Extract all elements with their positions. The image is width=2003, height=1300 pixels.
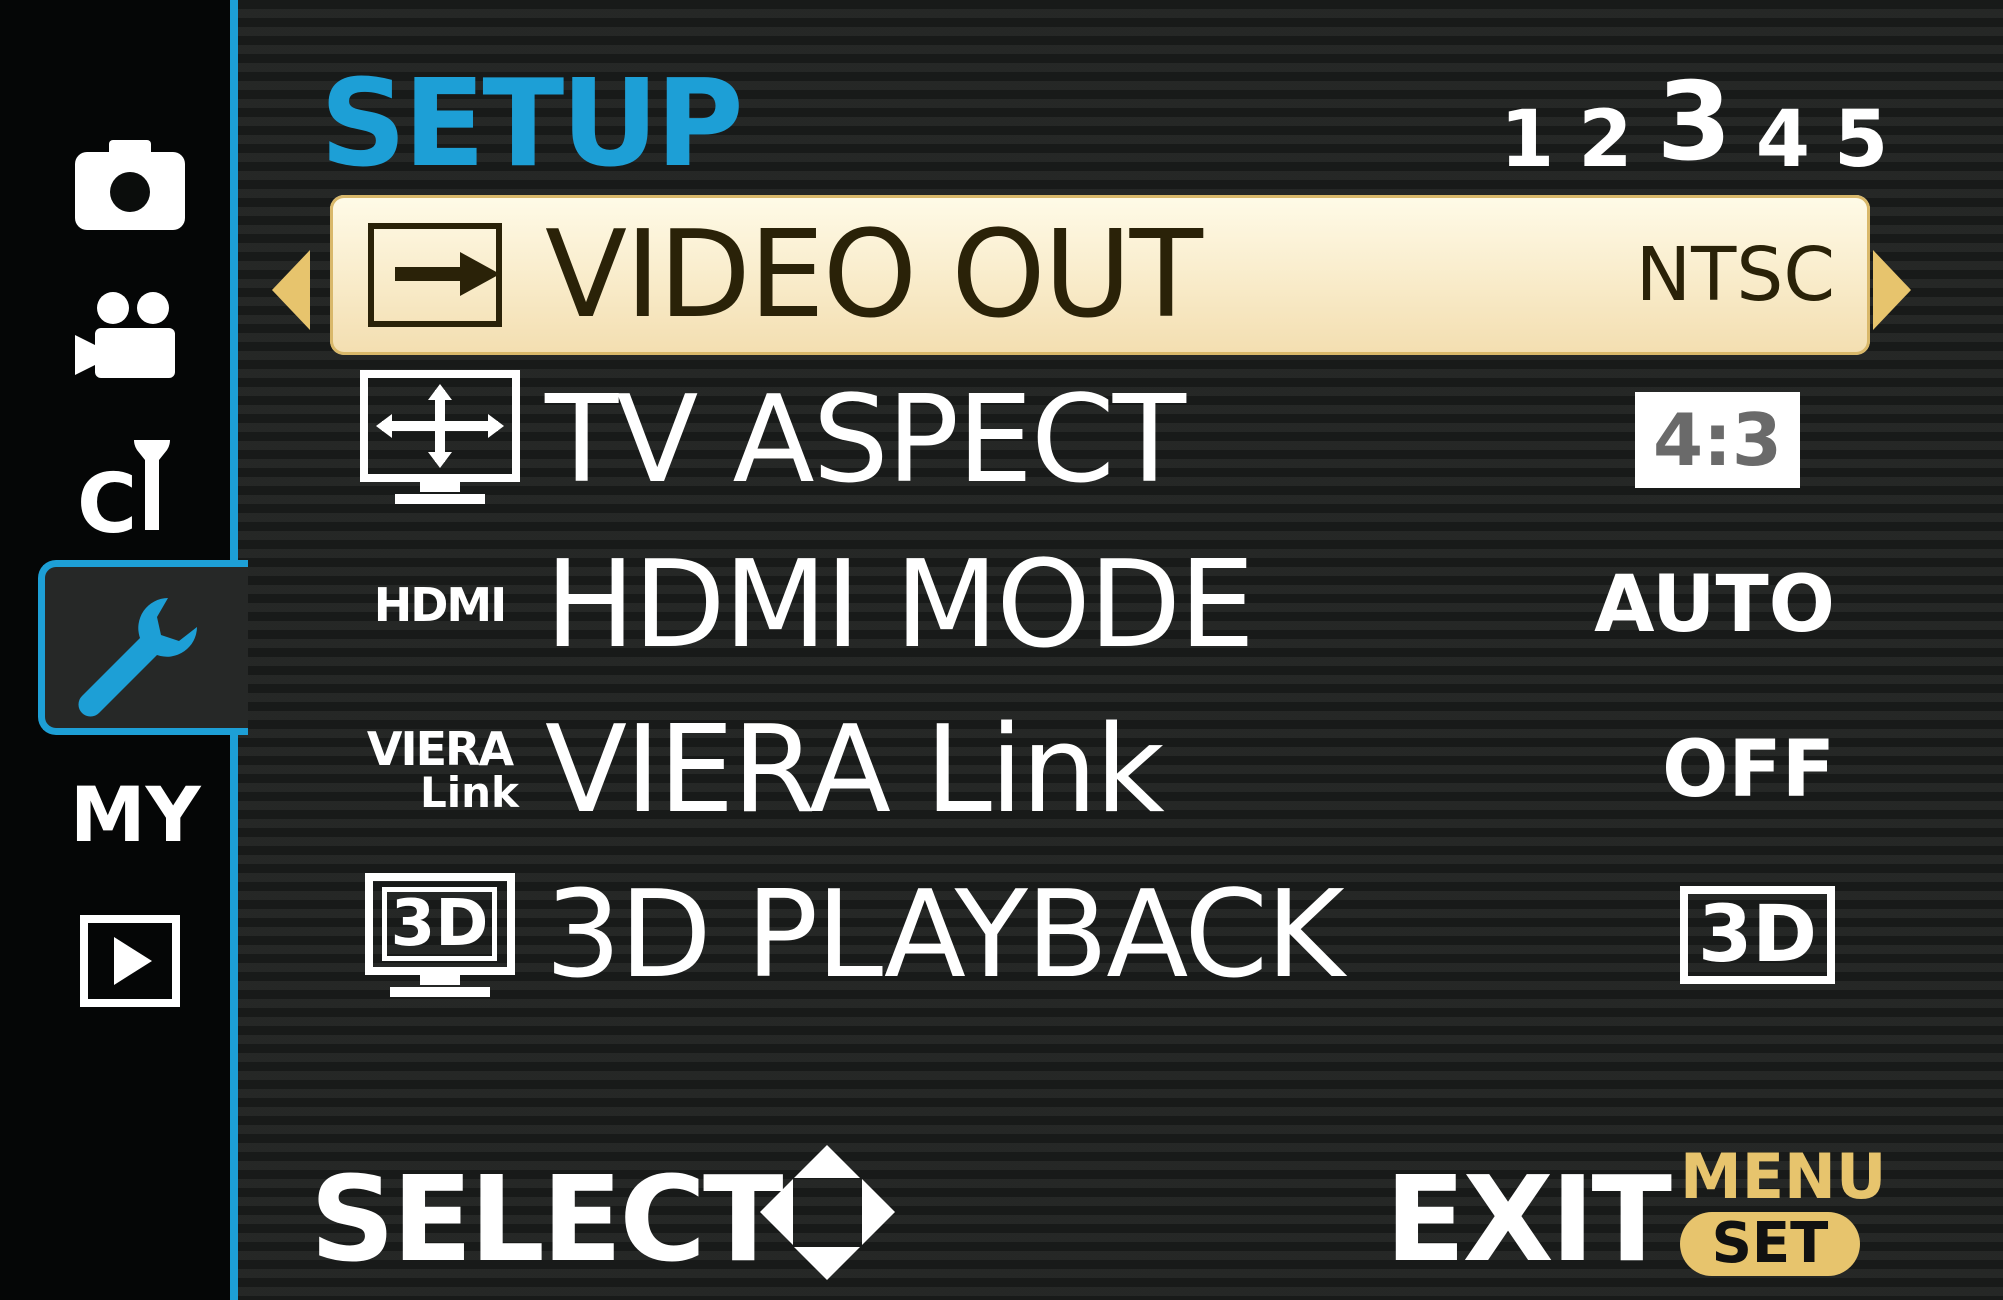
menu-item-value: AUTO [1594, 560, 1835, 650]
playback-icon[interactable] [70, 915, 190, 1011]
3d-playback-icon: 3D [352, 865, 527, 1005]
svg-text:C: C [77, 457, 137, 540]
menu-item-label: VIDEO OUT [545, 205, 1203, 345]
page-3-current[interactable]: 3 [1657, 60, 1732, 185]
my-menu-icon[interactable]: MY [70, 770, 201, 859]
camera-icon[interactable] [70, 140, 190, 234]
menu-item-label: HDMI MODE [545, 535, 1255, 675]
page-1[interactable]: 1 [1500, 95, 1554, 185]
menu-item-label: TV ASPECT [545, 370, 1186, 510]
menu-item-value: 3D [1679, 886, 1835, 984]
menu-item-video-out[interactable]: VIDEO OUT NTSC [330, 195, 1870, 355]
page-title: SETUP [320, 55, 744, 194]
tv-aspect-icon [352, 370, 527, 510]
menu-set-button[interactable]: MENU SET [1680, 1140, 1887, 1280]
value-right-arrow-icon[interactable] [1873, 250, 1911, 330]
exit-hint: EXIT [1385, 1150, 1672, 1288]
movie-camera-icon[interactable] [70, 290, 190, 384]
custom-icon[interactable]: C [70, 422, 190, 552]
viera-link-icon: VIERA Link [366, 722, 519, 817]
video-out-icon [352, 205, 527, 345]
menu-item-value: OFF [1662, 725, 1835, 815]
menu-item-value: NTSC [1635, 232, 1835, 318]
select-hint: SELECT [310, 1150, 783, 1288]
dpad-icon [760, 1145, 895, 1280]
page-indicator: 1 2 3 4 5 [1500, 60, 1888, 185]
value-left-arrow-icon[interactable] [272, 250, 310, 330]
menu-item-label: VIERA Link [545, 700, 1165, 840]
menu-item-tv-aspect[interactable]: TV ASPECT 4:3 [330, 360, 1870, 520]
menu-item-hdmi-mode[interactable]: HDMI HDMI MODE AUTO [330, 525, 1870, 685]
wrench-icon[interactable] [70, 590, 197, 724]
hdmi-icon: HDMI [373, 578, 508, 632]
menu-item-label: 3D PLAYBACK [545, 865, 1345, 1005]
page-5[interactable]: 5 [1834, 95, 1888, 185]
menu-item-value: 4:3 [1635, 392, 1800, 488]
page-4[interactable]: 4 [1756, 95, 1810, 185]
menu-label: MENU [1680, 1140, 1887, 1213]
set-label: SET [1680, 1212, 1860, 1276]
page-2[interactable]: 2 [1578, 95, 1632, 185]
menu-item-3d-playback[interactable]: 3D 3D PLAYBACK 3D [330, 855, 1870, 1015]
menu-item-viera-link[interactable]: VIERA Link VIERA Link OFF [330, 690, 1870, 850]
